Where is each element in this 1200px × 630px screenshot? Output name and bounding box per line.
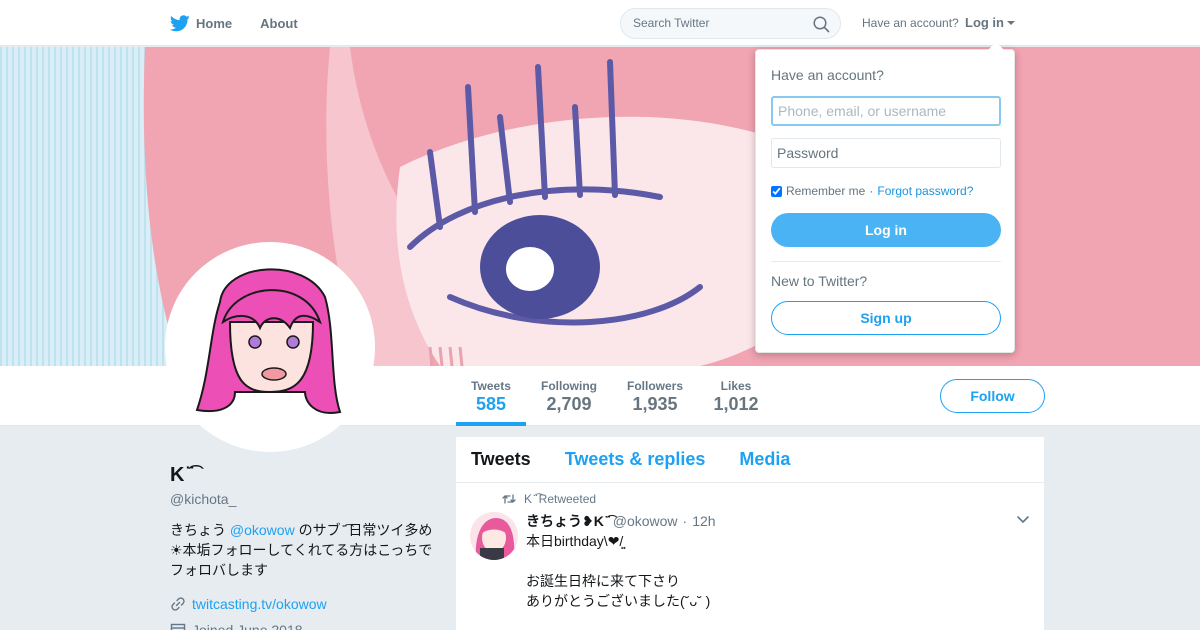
follow-button[interactable]: Follow (940, 379, 1045, 413)
tab-tweets[interactable]: Tweets (471, 449, 531, 470)
new-to-twitter-text: New to Twitter? (771, 273, 868, 289)
search-input[interactable] (633, 16, 803, 30)
twitter-bird-icon (170, 14, 190, 31)
stat-value: 2,709 (546, 394, 592, 414)
avatar-illustration (195, 268, 342, 414)
login-button[interactable]: Log in (771, 213, 1001, 247)
password-input[interactable] (771, 138, 1001, 168)
retweeted-by[interactable]: K ̈͡ Retweeted (524, 492, 596, 506)
tab-tweets-and-replies[interactable]: Tweets & replies (565, 449, 706, 470)
stat-followers[interactable]: Followers 1,935 (620, 366, 690, 426)
top-navigation-bar: Home About Have an account? Log in (0, 0, 1200, 46)
search-box[interactable] (620, 8, 841, 39)
tweet-timestamp[interactable]: 12h (692, 513, 715, 529)
login-toggle-label: Log in (965, 15, 1004, 30)
tweet-header: きちょう❥K ̈͡ @okowow · 12h (526, 511, 716, 531)
bio-mention-link[interactable]: @okowow (230, 522, 295, 538)
tweet-author-name[interactable]: きちょう❥K ̈͡ (526, 511, 608, 531)
retweet-icon (502, 494, 516, 504)
dropdown-caret (988, 42, 1004, 50)
about-label: About (260, 15, 298, 31)
profile-joined: Joined June 2018 (170, 622, 303, 630)
tweet-avatar-illustration (470, 512, 518, 560)
search-icon[interactable] (813, 16, 830, 33)
dropdown-title: Have an account? (771, 67, 884, 83)
profile-name: K ̈͡ (170, 464, 190, 486)
remember-me-checkbox[interactable] (771, 185, 782, 197)
have-account-text: Have an account? (862, 16, 959, 30)
retweet-context: K ̈͡ Retweeted (502, 492, 596, 506)
divider (771, 261, 1001, 262)
nav-left: Home About (170, 0, 326, 46)
stat-following[interactable]: Following 2,709 (534, 366, 604, 426)
home-label: Home (196, 15, 233, 31)
link-icon (171, 597, 185, 611)
caret-down-icon (1007, 21, 1015, 25)
profile-handle[interactable]: @kichota_ (170, 491, 236, 507)
signup-button[interactable]: Sign up (771, 301, 1001, 335)
profile-url-link[interactable]: twitcasting.tv/okowow (192, 596, 327, 612)
login-dropdown-toggle[interactable]: Log in (965, 15, 1015, 30)
profile-bio: きちょう @okowow のサブ ̈͡ 日常ツイ多め☀︎本垢フォローしてくれてる… (170, 520, 435, 580)
timeline-tabs: Tweets Tweets & replies Media (456, 437, 1044, 483)
tweet-dot-separator: · (682, 513, 688, 529)
tab-media[interactable]: Media (739, 449, 790, 470)
username-input[interactable] (771, 96, 1001, 126)
stat-value: 1,935 (632, 394, 678, 414)
profile-avatar[interactable] (165, 242, 375, 452)
stat-label: Followers (626, 379, 683, 393)
nav-home-link[interactable]: Home (170, 14, 233, 32)
timeline: Tweets Tweets & replies Media K ̈͡ Retwe… (456, 437, 1044, 630)
bio-text-start: きちょう (170, 522, 230, 538)
forgot-password-link[interactable]: Forgot password? (877, 184, 973, 198)
profile-url: twitcasting.tv/okowow (170, 596, 327, 612)
tweet-author-handle[interactable]: @okowow (613, 513, 678, 529)
stat-label: Tweets (471, 379, 511, 393)
remember-me-label[interactable]: Remember me (786, 184, 865, 198)
calendar-icon (170, 623, 186, 630)
tweet-text: 本日birthday\❤︎/̤̮ お誕生日枠に来て下さり ありがとうございました… (526, 533, 711, 609)
separator: · (869, 184, 874, 198)
login-dropdown: Have an account? Remember me · Forgot pa… (755, 42, 1015, 353)
nav-about-link[interactable]: About (260, 16, 298, 31)
stat-tweets[interactable]: Tweets 585 (456, 366, 526, 426)
stat-label: Following (541, 379, 597, 393)
stat-likes[interactable]: Likes 1,012 (706, 366, 766, 426)
stat-label: Likes (720, 379, 752, 393)
chevron-down-icon[interactable] (1016, 515, 1030, 525)
joined-text: Joined June 2018 (192, 622, 303, 630)
stat-value: 1,012 (713, 394, 759, 414)
remember-me-row: Remember me · Forgot password? (771, 184, 973, 198)
stat-value: 585 (475, 394, 507, 414)
tweet-avatar[interactable] (470, 512, 518, 560)
